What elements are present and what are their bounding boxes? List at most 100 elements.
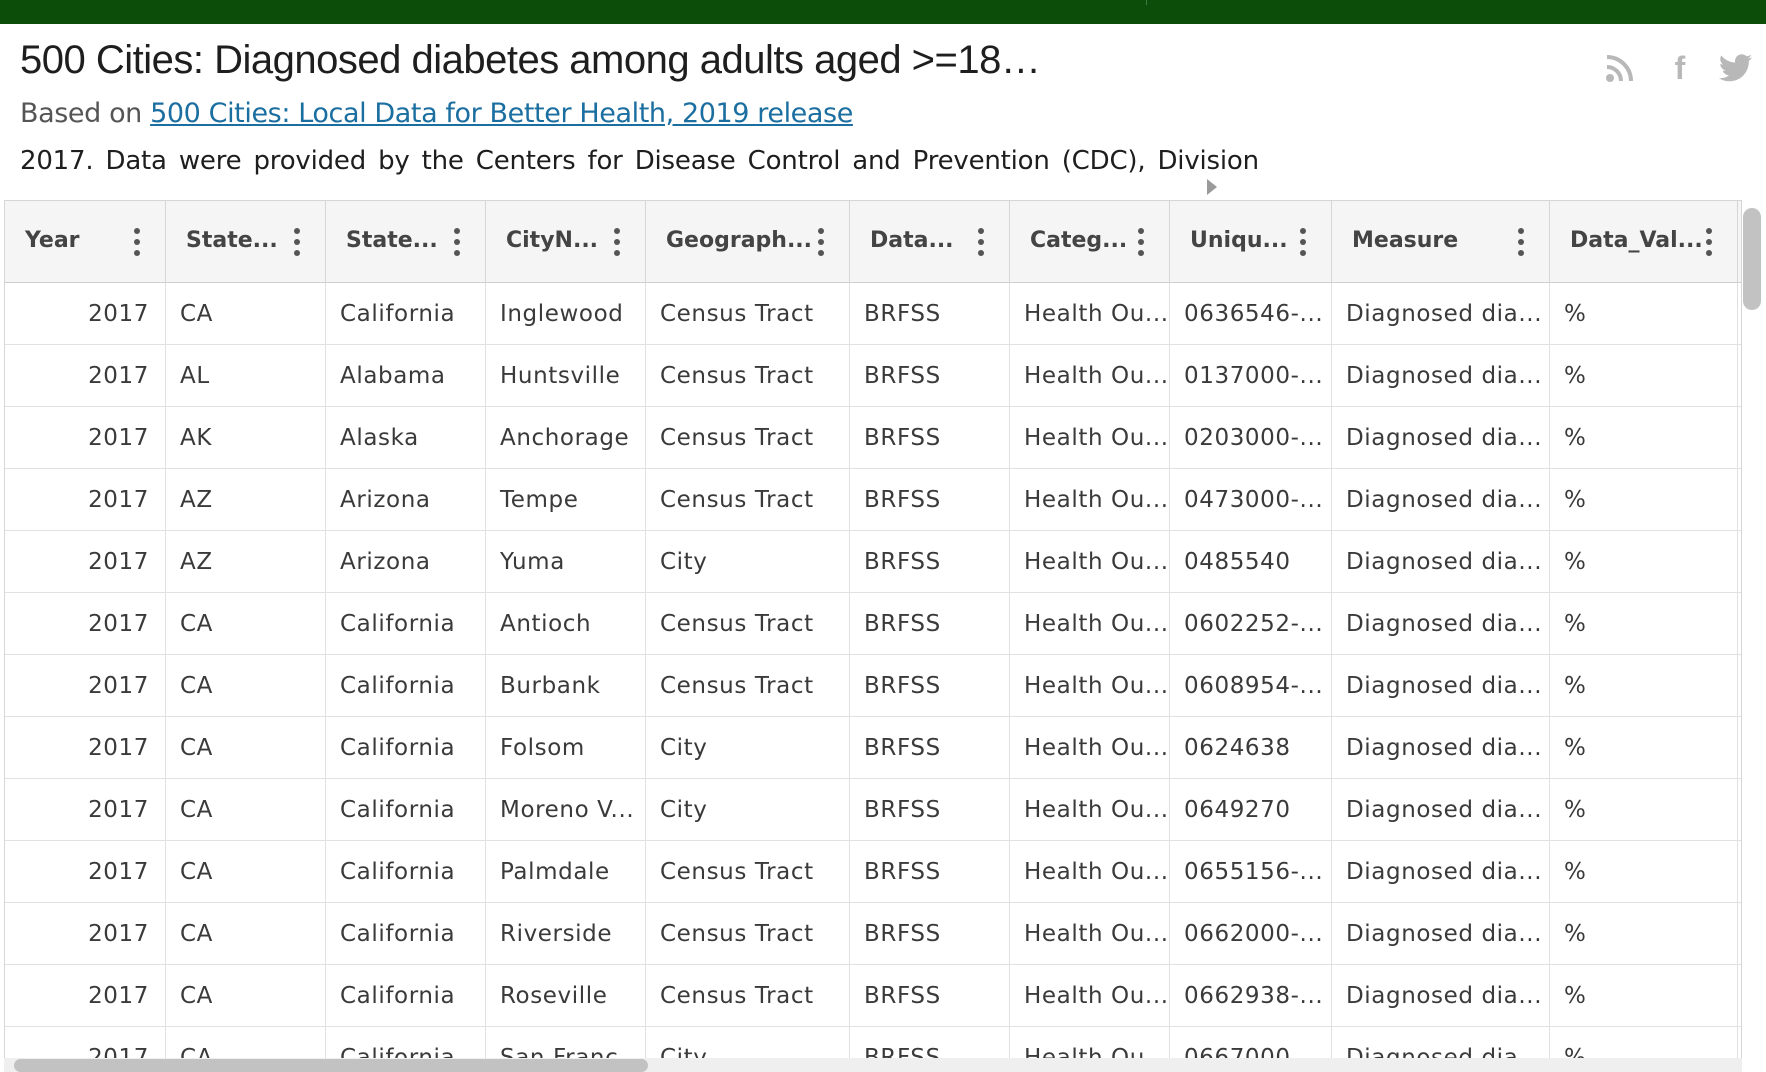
cell-geographic-level: Census Tract xyxy=(646,965,850,1026)
column-header-label: CityN... xyxy=(506,228,599,253)
cell-state-abbr: CA xyxy=(166,1027,326,1058)
cell-data-source: BRFSS xyxy=(850,283,1010,344)
cell-category: Health Ou... xyxy=(1010,655,1170,716)
horizontal-scrollbar-thumb[interactable] xyxy=(14,1059,648,1072)
cell-state-abbr: CA xyxy=(166,903,326,964)
cell-state-abbr: AZ xyxy=(166,531,326,592)
cell-unique-id: 0636546-... xyxy=(1170,283,1332,344)
cell-category: Health Ou... xyxy=(1010,283,1170,344)
table-row[interactable]: 2017 CA California Palmdale Census Tract BRFS… xyxy=(5,841,1741,903)
top-bar-divider xyxy=(1146,0,1147,5)
cell-measure: Diagnosed dia... xyxy=(1332,903,1550,964)
cell-measure: Diagnosed dia... xyxy=(1332,407,1550,468)
cell-unique-id: 0649270 xyxy=(1170,779,1332,840)
cell-data-source: BRFSS xyxy=(850,717,1010,778)
cell-year: 2017 xyxy=(5,531,166,592)
table-row[interactable]: 2017 CA California Folsom City BRFSS Health Ou… xyxy=(5,717,1741,779)
cell-category: Health Ou... xyxy=(1010,1027,1170,1058)
cell-measure: Diagnosed dia... xyxy=(1332,345,1550,406)
cell-city-name: Antioch xyxy=(486,593,646,654)
column-header-geographic-level[interactable]: Geograph... xyxy=(646,201,850,282)
cell-state-abbr: CA xyxy=(166,593,326,654)
column-header-label: Data... xyxy=(870,228,954,253)
column-menu-icon[interactable] xyxy=(974,226,988,258)
cell-unique-id: 0667000 xyxy=(1170,1027,1332,1058)
table-row[interactable]: 2017 CA California Inglewood Census Tract BRF… xyxy=(5,283,1741,345)
cell-category: Health Ou... xyxy=(1010,903,1170,964)
column-header-year[interactable]: Year xyxy=(5,201,166,282)
table-row[interactable]: 2017 CA California Riverside Census Tract BRF… xyxy=(5,903,1741,965)
column-menu-icon[interactable] xyxy=(1134,226,1148,258)
cell-year: 2017 xyxy=(5,283,166,344)
cell-state-abbr: CA xyxy=(166,655,326,716)
column-menu-icon[interactable] xyxy=(610,226,624,258)
column-menu-icon[interactable] xyxy=(814,226,828,258)
column-menu-icon[interactable] xyxy=(130,226,144,258)
top-bar xyxy=(0,0,1766,24)
column-header-state-abbr[interactable]: State... xyxy=(166,201,326,282)
cell-city-name: Folsom xyxy=(486,717,646,778)
rss-icon[interactable] xyxy=(1602,48,1638,88)
cell-state-abbr: CA xyxy=(166,283,326,344)
cell-unique-id: 0602252-... xyxy=(1170,593,1332,654)
cell-state-abbr: AK xyxy=(166,407,326,468)
twitter-icon[interactable] xyxy=(1716,48,1756,88)
based-on-prefix: Based on xyxy=(20,98,151,129)
cell-state-desc: Alabama xyxy=(326,345,486,406)
grid-body: 2017 CA California Inglewood Census Tract BRF… xyxy=(5,283,1741,1058)
source-dataset-link[interactable]: 500 Cities: Local Data for Better Health… xyxy=(150,98,853,129)
table-row[interactable]: 2017 CA California Moreno V... City BRFSS Heal… xyxy=(5,779,1741,841)
column-header-measure[interactable]: Measure xyxy=(1332,201,1550,282)
cell-measure: Diagnosed dia... xyxy=(1332,841,1550,902)
column-menu-icon[interactable] xyxy=(290,226,304,258)
vertical-scrollbar-thumb[interactable] xyxy=(1743,208,1761,310)
cell-data-value-unit: % xyxy=(1550,965,1738,1026)
cell-data-value-unit: % xyxy=(1550,655,1738,716)
column-menu-icon[interactable] xyxy=(1702,226,1716,258)
column-header-state-desc[interactable]: State... xyxy=(326,201,486,282)
table-row[interactable]: 2017 AK Alaska Anchorage Census Tract BRFSS He… xyxy=(5,407,1741,469)
expand-description-icon[interactable] xyxy=(1207,179,1217,195)
cell-data-value-unit: % xyxy=(1550,531,1738,592)
cell-category: Health Ou... xyxy=(1010,531,1170,592)
cell-data-value-unit: % xyxy=(1550,469,1738,530)
cell-unique-id: 0655156-... xyxy=(1170,841,1332,902)
cell-state-desc: California xyxy=(326,1027,486,1058)
table-row[interactable]: 2017 AL Alabama Huntsville Census Tract BRFSS… xyxy=(5,345,1741,407)
cell-geographic-level: Census Tract xyxy=(646,655,850,716)
cell-state-desc: California xyxy=(326,779,486,840)
cell-measure: Diagnosed dia... xyxy=(1332,779,1550,840)
cell-state-desc: California xyxy=(326,283,486,344)
cell-state-desc: California xyxy=(326,841,486,902)
table-row[interactable]: 2017 AZ Arizona Tempe Census Tract BRFSS Healt… xyxy=(5,469,1741,531)
cell-data-source: BRFSS xyxy=(850,531,1010,592)
column-menu-icon[interactable] xyxy=(1514,226,1528,258)
table-row[interactable]: 2017 CA California San Franc... City BRFSS Hea… xyxy=(5,1027,1741,1058)
column-menu-icon[interactable] xyxy=(1296,226,1310,258)
table-row[interactable]: 2017 CA California Antioch Census Tract BRFSS… xyxy=(5,593,1741,655)
column-header-label: State... xyxy=(346,228,438,253)
cell-measure: Diagnosed dia... xyxy=(1332,717,1550,778)
cell-state-abbr: AZ xyxy=(166,469,326,530)
cell-city-name: Riverside xyxy=(486,903,646,964)
column-header-label: Data_Val... xyxy=(1570,228,1703,253)
facebook-icon[interactable]: f xyxy=(1666,48,1694,88)
column-header-unique-id[interactable]: Uniqu... xyxy=(1170,201,1332,282)
column-menu-icon[interactable] xyxy=(450,226,464,258)
column-header-data-value-unit[interactable]: Data_Val... xyxy=(1550,201,1738,282)
column-header-label: Measure xyxy=(1352,228,1459,253)
cell-year: 2017 xyxy=(5,655,166,716)
table-row[interactable]: 2017 CA California Burbank Census Tract BRFSS… xyxy=(5,655,1741,717)
cell-city-name: San Franc... xyxy=(486,1027,646,1058)
cell-city-name: Burbank xyxy=(486,655,646,716)
table-row[interactable]: 2017 AZ Arizona Yuma City BRFSS Health Ou... 04… xyxy=(5,531,1741,593)
column-header-city-name[interactable]: CityN... xyxy=(486,201,646,282)
cell-category: Health Ou... xyxy=(1010,407,1170,468)
column-header-category[interactable]: Categ... xyxy=(1010,201,1170,282)
cell-year: 2017 xyxy=(5,779,166,840)
column-header-data-source[interactable]: Data... xyxy=(850,201,1010,282)
cell-state-abbr: CA xyxy=(166,717,326,778)
cell-data-source: BRFSS xyxy=(850,655,1010,716)
cell-year: 2017 xyxy=(5,717,166,778)
table-row[interactable]: 2017 CA California Roseville Census Tract BRF… xyxy=(5,965,1741,1027)
